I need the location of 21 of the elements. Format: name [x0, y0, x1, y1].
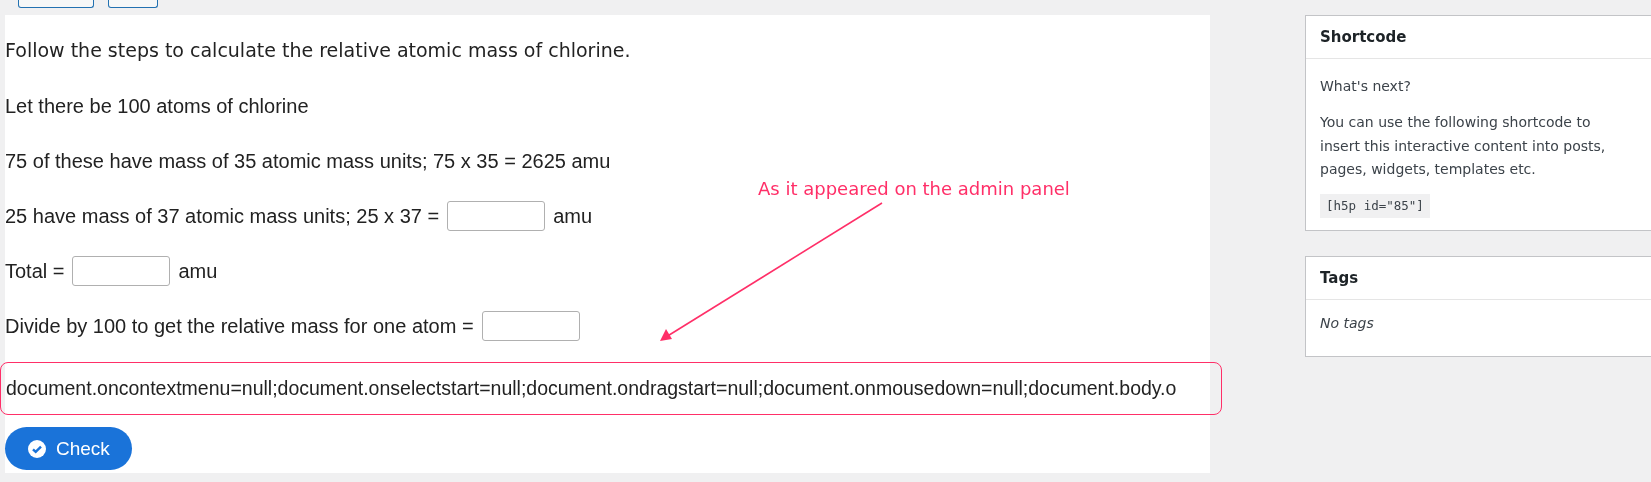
step-text: amu [178, 259, 218, 283]
shortcode-text: [h5p id="85"] [1320, 194, 1430, 219]
answer-field[interactable] [481, 311, 580, 341]
step-text: amu [553, 204, 593, 228]
annotation-text: As it appeared on the admin panel [758, 178, 1070, 199]
empty-tags-text: No tags [1320, 314, 1375, 334]
check-circle-icon [28, 439, 46, 458]
code-text: document.oncontextmenu=null;document.onselectstart=null;document.ondragstart=null;document.onmousedown=null;document.body.o [0, 362, 1222, 415]
task-heading: Follow the steps to calculate the relative atomic mass of chlorine. [5, 39, 632, 61]
step-text: 75 of these have mass of 35 atomic mass units; 75 x 35 = 2625 amu [5, 149, 611, 173]
step-text: Divide by 100 to get the relative mass for one atom = [5, 314, 474, 338]
panel-title: Shortcode [1306, 16, 1651, 59]
step-text: 25 have mass of 37 atomic mass units; 25 x 37 = [5, 204, 440, 228]
step-text: Let there be 100 atoms of chlorine [5, 94, 309, 118]
check-button[interactable]: Check [5, 427, 132, 470]
answer-field[interactable] [447, 201, 546, 231]
answer-field[interactable] [72, 256, 171, 286]
step-text: Total = [5, 259, 65, 283]
panel-text: You can use the following shortcode to insert this interactive content into posts, pages, widgets, templates etc. [1320, 112, 1607, 180]
panel-subtitle: What's next? [1320, 77, 1412, 96]
panel-title: Tags [1306, 257, 1651, 301]
